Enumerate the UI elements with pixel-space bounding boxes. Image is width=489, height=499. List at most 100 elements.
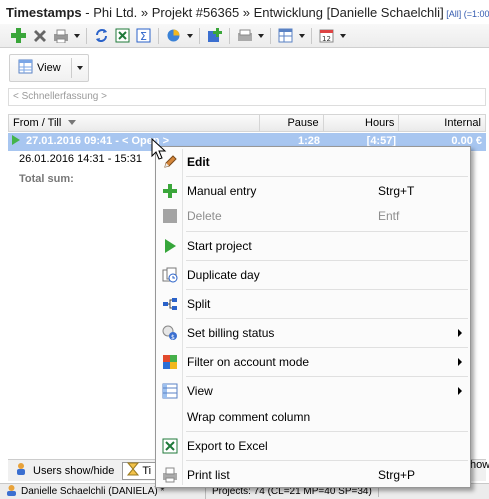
view-divider — [70, 58, 72, 78]
view-dropdown-icon[interactable] — [76, 59, 85, 78]
menu-item-label: Manual entry — [187, 184, 257, 198]
menu-item-edit[interactable]: Edit — [158, 151, 468, 173]
bottom-tab-edge-label: how — [470, 459, 489, 471]
print-icon — [162, 467, 178, 483]
sum-icon[interactable]: Σ — [134, 26, 153, 45]
menu-item-label: Set billing status — [187, 326, 275, 340]
menu-item-label: Delete — [187, 209, 222, 223]
column-header-from-till[interactable]: From / Till — [9, 115, 260, 131]
timestamps-tab-label: Ti — [142, 464, 152, 477]
table-view-dropdown-icon[interactable] — [297, 26, 306, 45]
menu-item-set-billing-status[interactable]: $ Set billing status — [158, 322, 468, 344]
submenu-arrow-icon — [458, 387, 462, 395]
menu-item-filter-account-mode[interactable]: Filter on account mode — [158, 351, 468, 373]
add-icon — [162, 183, 178, 199]
print-dropdown-icon[interactable] — [72, 26, 81, 45]
menu-item-label: Split — [187, 297, 211, 311]
menu-item-manual-entry[interactable]: Manual entry Strg+T — [158, 180, 468, 202]
column-header-internal[interactable]: Internal — [399, 115, 485, 131]
running-play-icon — [12, 135, 20, 145]
context-menu: Edit Manual entry Strg+T Delete Entf Sta… — [155, 146, 471, 488]
column-header-label: From / Till — [13, 117, 62, 129]
main-toolbar: Σ 12 — [0, 24, 489, 48]
calendar-dropdown-icon[interactable] — [338, 26, 347, 45]
menu-item-shortcut: Strg+T — [378, 184, 415, 198]
column-header-pause[interactable]: Pause — [260, 115, 324, 131]
submenu-arrow-icon — [458, 329, 462, 337]
print-icon[interactable] — [51, 26, 70, 45]
menu-item-label: Filter on account mode — [187, 355, 310, 369]
sort-down-icon — [68, 120, 77, 125]
grid-header: From / Till Pause Hours Internal — [8, 114, 486, 132]
quick-entry-field[interactable]: < Schnellerfassung > — [8, 88, 486, 106]
add-project-icon[interactable] — [205, 26, 224, 45]
users-show-hide-tab[interactable]: Users show/hide — [12, 462, 118, 480]
menu-item-label: Start project — [187, 239, 252, 253]
users-tab-label: Users show/hide — [33, 464, 115, 477]
report-icon[interactable] — [235, 26, 254, 45]
svg-text:$: $ — [171, 334, 175, 341]
secondary-toolbar: View — [0, 48, 489, 88]
menu-item-export-excel[interactable]: Export to Excel — [158, 435, 468, 457]
view-button[interactable]: View — [9, 54, 89, 82]
toolbar-divider — [311, 27, 312, 44]
delete-icon — [162, 208, 178, 224]
menu-item-label: Print list — [187, 468, 230, 482]
menu-item-label: Export to Excel — [187, 439, 268, 453]
mouse-cursor-icon — [151, 138, 167, 160]
users-icon — [16, 463, 30, 478]
menu-item-duplicate-day[interactable]: Duplicate day — [158, 264, 468, 286]
menu-item-shortcut: Strg+P — [378, 468, 416, 482]
window-title: Timestamps - Phi Ltd. » Projekt #56365 »… — [0, 0, 489, 24]
view-grid-icon — [18, 59, 33, 77]
chart-icon[interactable] — [164, 26, 183, 45]
timestamps-tab[interactable]: Ti — [122, 461, 157, 480]
menu-item-delete[interactable]: Delete Entf — [158, 205, 468, 227]
hourglass-icon — [127, 462, 140, 479]
table-view-icon[interactable] — [276, 26, 295, 45]
split-icon — [162, 296, 178, 312]
add-icon[interactable] — [9, 26, 28, 45]
delete-icon[interactable] — [30, 26, 49, 45]
calendar-icon[interactable]: 12 — [317, 26, 336, 45]
menu-item-shortcut: Entf — [378, 209, 400, 223]
chart-dropdown-icon[interactable] — [185, 26, 194, 45]
excel-export-icon[interactable] — [113, 26, 132, 45]
menu-item-label: View — [187, 384, 213, 398]
menu-separator — [186, 289, 468, 290]
menu-separator — [186, 347, 468, 348]
menu-item-label: Wrap comment column — [187, 410, 311, 424]
svg-text:Σ: Σ — [140, 30, 147, 43]
menu-item-label: Duplicate day — [187, 268, 260, 282]
window-title-path: - Phi Ltd. » Projekt #56365 » Entwicklun… — [81, 5, 444, 20]
menu-item-label: Edit — [187, 155, 210, 169]
column-header-hours[interactable]: Hours — [324, 115, 400, 131]
play-icon — [162, 238, 178, 254]
report-dropdown-icon[interactable] — [256, 26, 265, 45]
window-title-tag: [All] (=1:00 — [443, 9, 489, 19]
submenu-arrow-icon — [458, 358, 462, 366]
toolbar-divider — [229, 27, 230, 44]
menu-separator — [186, 231, 468, 232]
svg-text:12: 12 — [322, 35, 331, 43]
window-title-app: Timestamps — [6, 5, 82, 20]
menu-item-print-list[interactable]: Print list Strg+P — [158, 464, 468, 486]
view-grid-icon — [162, 383, 178, 399]
menu-separator — [186, 318, 468, 319]
menu-separator — [186, 260, 468, 261]
menu-separator — [186, 376, 468, 377]
toolbar-divider — [270, 27, 271, 44]
toolbar-divider — [199, 27, 200, 44]
menu-item-start-project[interactable]: Start project — [158, 235, 468, 257]
user-icon — [6, 484, 17, 499]
menu-item-split[interactable]: Split — [158, 293, 468, 315]
menu-separator — [186, 431, 468, 432]
menu-separator — [186, 176, 468, 177]
status-user-label: Danielle Schaelchli (DANIELA) * — [21, 486, 165, 497]
menu-item-view[interactable]: View — [158, 380, 468, 402]
toolbar-divider — [86, 27, 87, 44]
refresh-icon[interactable] — [92, 26, 111, 45]
menu-item-wrap-comment-column[interactable]: Wrap comment column — [158, 406, 468, 428]
billing-icon: $ — [162, 325, 178, 341]
filter-colors-icon — [162, 354, 178, 370]
